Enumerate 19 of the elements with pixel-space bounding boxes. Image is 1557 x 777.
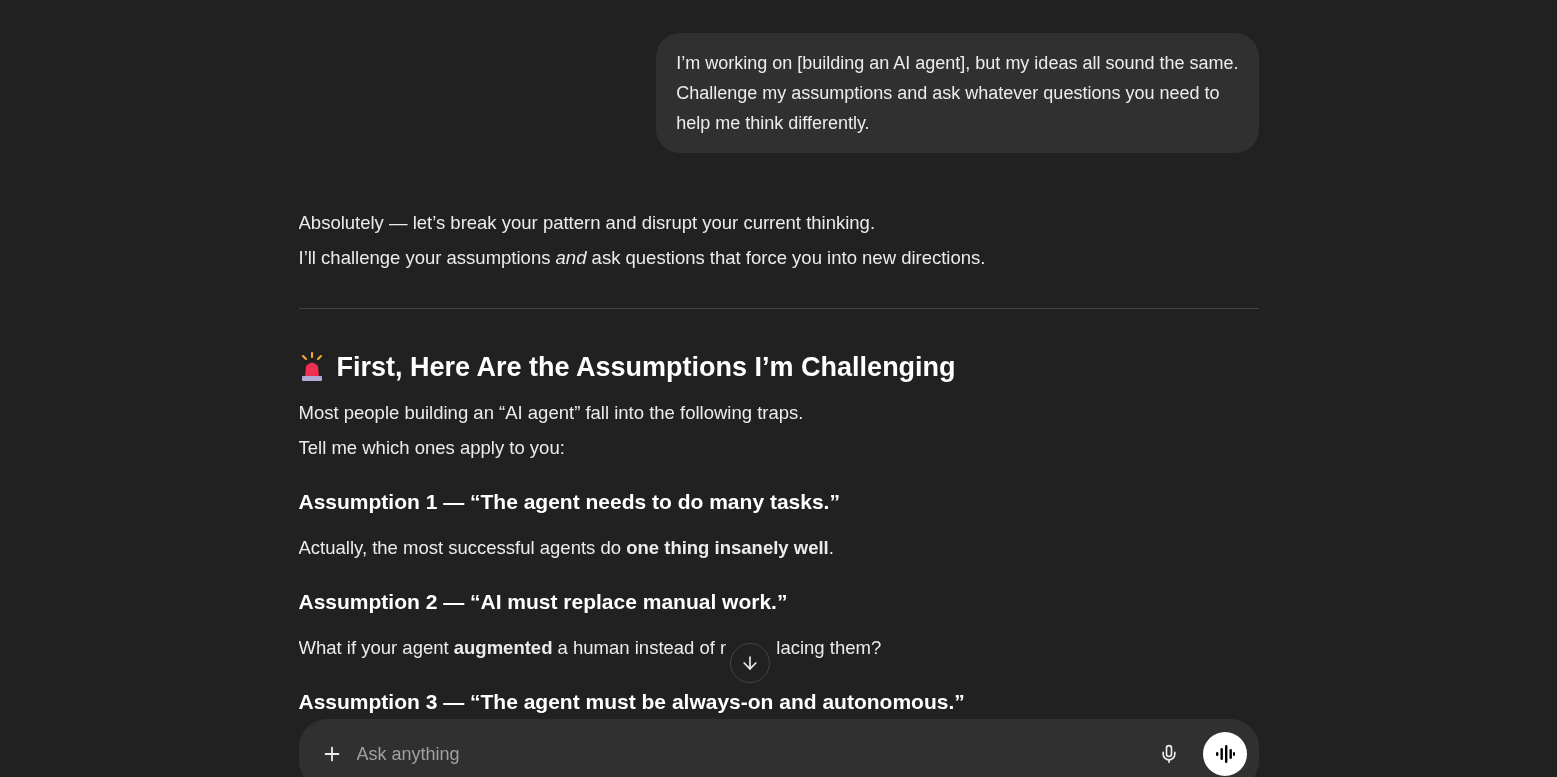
user-message-line: Challenge my assumptions and ask whatever questions you need to bbox=[676, 82, 1221, 105]
message-field[interactable]: Ask anything bbox=[298, 719, 1259, 777]
waveform-icon bbox=[1214, 745, 1235, 763]
assumption-heading: Assumption 2 — “AI must replace manual work.” bbox=[298, 589, 789, 615]
scroll-down-button[interactable] bbox=[730, 643, 770, 683]
message-paragraph: lacing them? bbox=[776, 636, 882, 660]
message-paragraph: What if your agent augmented a human instead of r bbox=[298, 636, 727, 660]
voice-mode-button[interactable] bbox=[1202, 732, 1247, 776]
message-input[interactable]: Ask anything bbox=[356, 740, 1145, 768]
message-paragraph: I’ll challenge your assumptions and ask questions that force you into new directions. bbox=[298, 246, 987, 270]
message-paragraph: Actually, the most successful agents do one thing insanely well. bbox=[298, 536, 835, 560]
section-heading: First, Here Are the Assumptions I’m Challenging bbox=[336, 351, 956, 384]
message-paragraph: Tell me which ones apply to you: bbox=[298, 436, 566, 460]
user-message-line: I’m working on [building an AI agent], but my ideas all sound the same. bbox=[676, 52, 1239, 75]
user-message-line: help me think differently. bbox=[676, 112, 871, 135]
message-paragraph: Absolutely — let’s break your pattern and disrupt your current thinking. bbox=[298, 211, 877, 235]
message-paragraph: Most people building an “AI agent” fall into the following traps. bbox=[298, 401, 805, 425]
assumption-heading: Assumption 1 — “The agent needs to do many tasks.” bbox=[298, 489, 841, 515]
assumption-heading: Assumption 3 — “The agent must be always-on and autonomous.” bbox=[298, 689, 966, 715]
